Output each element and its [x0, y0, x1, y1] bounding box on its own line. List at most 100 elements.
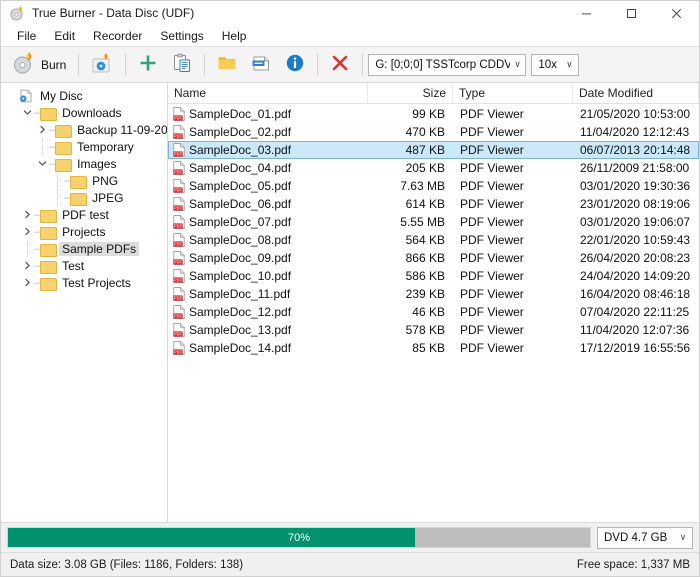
menu-recorder[interactable]: Recorder	[84, 27, 151, 45]
svg-text:PDF: PDF	[174, 332, 183, 337]
tree-item-projects[interactable]: – Projects	[1, 223, 167, 240]
new-folder-button[interactable]	[210, 49, 244, 80]
info-button[interactable]	[278, 49, 312, 80]
file-size-cell: 85 KB	[412, 341, 445, 355]
table-row[interactable]: PDF SampleDoc_12.pdf 46 KB PDF Viewer 07/04/…	[168, 303, 699, 321]
minimize-button[interactable]	[564, 1, 609, 25]
chevron-right-icon[interactable]	[20, 274, 34, 291]
svg-text:PDF: PDF	[174, 278, 183, 283]
drive-selector[interactable]: G: [0;0;0] TSSTcorp CDDVDW ∨	[368, 53, 527, 76]
burn-image-button[interactable]	[84, 49, 120, 80]
toolbar-separator	[78, 53, 80, 76]
burn-image-icon	[91, 52, 113, 77]
tree-item-my-disc[interactable]: My Disc	[1, 87, 167, 104]
file-type-cell: PDF Viewer	[460, 179, 524, 193]
folder-icon	[40, 243, 58, 257]
tree-indent-guide	[50, 189, 64, 206]
chevron-down-icon[interactable]	[20, 104, 34, 121]
burn-button-label: Burn	[41, 57, 67, 72]
file-size-cell: 470 KB	[405, 125, 445, 139]
table-row[interactable]: PDF SampleDoc_13.pdf 578 KB PDF Viewer 11/04…	[168, 321, 699, 339]
table-row[interactable]: PDF SampleDoc_08.pdf 564 KB PDF Viewer 22/01…	[168, 231, 699, 249]
pdf-file-icon: PDF	[173, 341, 185, 355]
status-free-space: Free space: 1,337 MB	[576, 558, 690, 571]
tree-item-jpeg[interactable]: – JPEG	[1, 189, 167, 206]
column-header-name[interactable]: Name	[168, 82, 368, 104]
file-date-cell: 11/04/2020 12:07:36	[580, 323, 690, 337]
folder-icon	[40, 277, 58, 291]
tree-item-temporary[interactable]: – Temporary	[1, 138, 167, 155]
chevron-right-icon[interactable]	[35, 121, 49, 138]
paste-button[interactable]	[165, 49, 199, 80]
file-size-cell: 564 KB	[405, 233, 445, 247]
menu-settings[interactable]: Settings	[151, 27, 212, 45]
table-row[interactable]: PDF SampleDoc_09.pdf 866 KB PDF Viewer 26/04…	[168, 249, 699, 267]
pdf-file-icon: PDF	[173, 215, 185, 229]
table-row[interactable]: PDF SampleDoc_03.pdf 487 KB PDF Viewer 06/07…	[168, 141, 699, 159]
tree-item-test-projects[interactable]: – Test Projects	[1, 274, 167, 291]
pdf-file-icon: PDF	[173, 287, 185, 301]
tree-item-sample-pdfs[interactable]: – Sample PDFs	[1, 240, 167, 257]
close-button[interactable]	[654, 1, 699, 25]
toolbar-separator	[362, 53, 364, 76]
tree-item-images[interactable]: – Images	[1, 155, 167, 172]
file-name-label: SampleDoc_08.pdf	[189, 233, 292, 247]
chevron-right-icon[interactable]	[20, 257, 34, 274]
chevron-right-icon[interactable]	[20, 206, 34, 223]
file-list-body[interactable]: PDF SampleDoc_01.pdf 99 KB PDF Viewer 21/05/…	[168, 104, 699, 522]
tree-item-pdf-test[interactable]: – PDF test	[1, 206, 167, 223]
tree-item-backup-11-09-20[interactable]: – Backup 11-09-20	[1, 121, 167, 138]
burn-disc-icon	[12, 51, 36, 78]
file-name-cell: PDF SampleDoc_11.pdf	[169, 286, 369, 302]
rename-button[interactable]	[244, 49, 278, 80]
menu-file[interactable]: File	[8, 27, 45, 45]
file-date-cell: 07/04/2020 22:11:25	[580, 305, 690, 319]
folder-icon	[40, 226, 58, 240]
column-header-size[interactable]: Size	[368, 82, 453, 104]
table-row[interactable]: PDF SampleDoc_01.pdf 99 KB PDF Viewer 21/05/…	[168, 105, 699, 123]
table-row[interactable]: PDF SampleDoc_14.pdf 85 KB PDF Viewer 17/12/…	[168, 339, 699, 357]
table-row[interactable]: PDF SampleDoc_11.pdf 239 KB PDF Viewer 16/04…	[168, 285, 699, 303]
tree-item-test[interactable]: – Test	[1, 257, 167, 274]
tree-indent-guide	[5, 87, 19, 104]
folder-icon	[55, 158, 73, 172]
drive-selector-value: G: [0;0;0] TSSTcorp CDDVDW	[375, 58, 510, 71]
chevron-down-icon: ∨	[566, 59, 573, 69]
pdf-file-icon: PDF	[173, 269, 185, 283]
file-name-label: SampleDoc_10.pdf	[189, 269, 292, 283]
file-size-cell: 578 KB	[405, 323, 445, 337]
maximize-button[interactable]	[609, 1, 654, 25]
folder-icon	[40, 260, 58, 274]
disc-tree[interactable]: My Disc – Downloads – Backup 11-09-20– Tempor…	[1, 83, 168, 522]
tree-item-png[interactable]: – PNG	[1, 172, 167, 189]
speed-selector[interactable]: 10x ∨	[531, 53, 580, 76]
folder-icon	[217, 53, 237, 76]
file-name-cell: PDF SampleDoc_05.pdf	[169, 178, 369, 194]
table-row[interactable]: PDF SampleDoc_06.pdf 614 KB PDF Viewer 23/01…	[168, 195, 699, 213]
chevron-down-icon[interactable]	[35, 155, 49, 172]
file-date-cell: 22/01/2020 10:59:43	[580, 233, 691, 247]
disc-usage-progress-bar: 70%	[7, 527, 591, 548]
tree-item-downloads[interactable]: – Downloads	[1, 104, 167, 121]
table-row[interactable]: PDF SampleDoc_05.pdf 7.63 MB PDF Viewer 03/0…	[168, 177, 699, 195]
chevron-right-icon[interactable]	[20, 223, 34, 240]
file-type-cell: PDF Viewer	[460, 197, 524, 211]
add-files-button[interactable]	[131, 49, 165, 80]
file-type-cell: PDF Viewer	[460, 251, 524, 265]
menu-edit[interactable]: Edit	[45, 27, 84, 45]
media-type-selector[interactable]: DVD 4.7 GB ∨	[597, 526, 693, 549]
delete-button[interactable]	[323, 49, 357, 80]
table-row[interactable]: PDF SampleDoc_02.pdf 470 KB PDF Viewer 11/04…	[168, 123, 699, 141]
burn-button[interactable]: Burn	[5, 49, 73, 80]
table-row[interactable]: PDF SampleDoc_07.pdf 5.55 MB PDF Viewer 03/0…	[168, 213, 699, 231]
file-type-cell: PDF Viewer	[460, 269, 524, 283]
file-type-cell: PDF Viewer	[460, 143, 524, 157]
menu-help[interactable]: Help	[213, 27, 256, 45]
column-header-date-modified[interactable]: Date Modified	[573, 82, 699, 104]
table-row[interactable]: PDF SampleDoc_10.pdf 586 KB PDF Viewer 24/04…	[168, 267, 699, 285]
table-row[interactable]: PDF SampleDoc_04.pdf 205 KB PDF Viewer 26/11…	[168, 159, 699, 177]
tree-item-label: Downloads	[62, 105, 122, 120]
file-date-cell: 23/01/2020 08:19:06	[580, 197, 691, 211]
column-header-type[interactable]: Type	[453, 82, 573, 104]
file-date-cell: 03/01/2020 19:30:36	[580, 179, 691, 193]
